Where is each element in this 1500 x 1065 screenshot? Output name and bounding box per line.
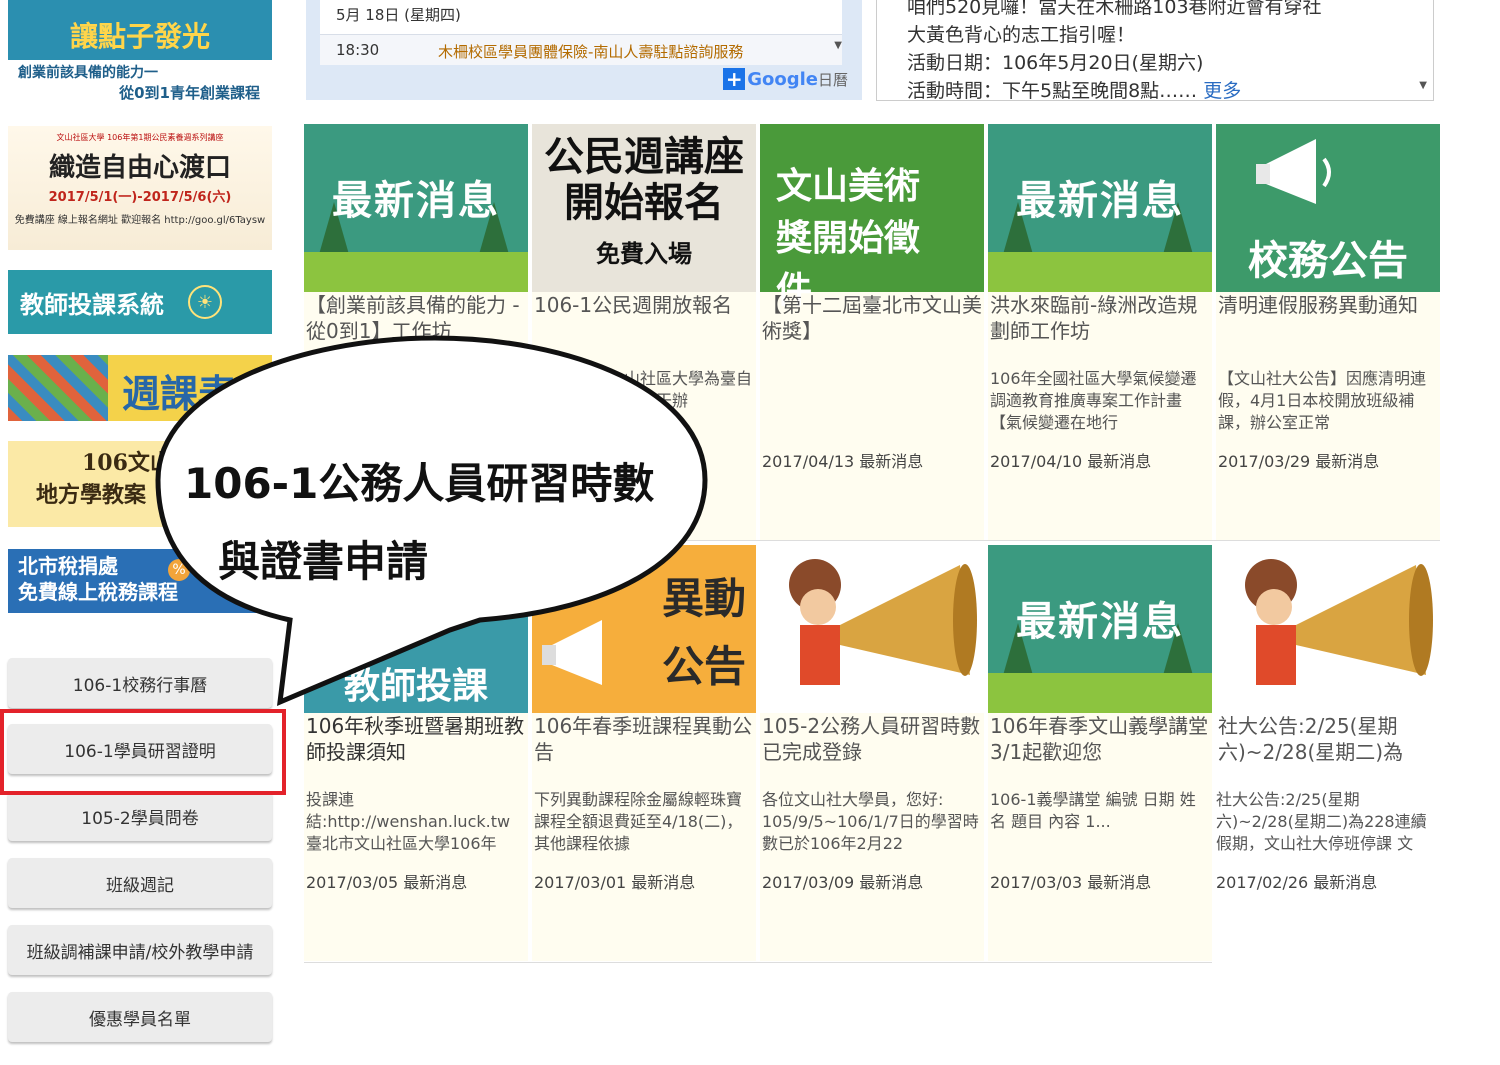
news-horn-icon <box>1245 559 1433 685</box>
banner-civic-note: 免費講座 線上報名網址 歡迎報名 http://goo.gl/6Taysw <box>14 215 266 226</box>
google-label: Google <box>747 68 818 90</box>
card-meta: 2017/03/09 最新消息 <box>762 873 924 892</box>
card-meta: 2017/02/26 最新消息 <box>1216 873 1378 892</box>
card-desc: 下列異動課程除金屬線輕珠寶課程全額退費延至4/18(二)，其他課程依據 <box>534 790 743 853</box>
menu-survey[interactable]: 105-2學員問卷 <box>8 791 272 841</box>
calendar-list: 5月 18日 (星期四) 18:30 木柵校區學員團體保險-南山人壽駐點諮詢服務… <box>320 0 842 65</box>
lightbulb-icon: ☀ <box>188 285 222 319</box>
grass-shape <box>304 252 528 292</box>
grass-shape <box>988 252 1212 292</box>
banner-civic-title: 織造自由心渡口 <box>48 153 231 183</box>
menu-makeup-class[interactable]: 班級調補課申請/校外教學申請 <box>8 925 272 975</box>
news-card[interactable]: 最新消息 106年春季文山義學講堂 3/1起歡迎您 106-1義學講堂 編號 日… <box>988 545 1212 961</box>
banner-startup-sub1: 創業前該具備的能力一 <box>18 65 158 81</box>
banner-civic-lecture[interactable]: 文山社區大學 106年第1期公民素養週系列講座 織造自由心渡口 2017/5/1… <box>8 126 272 250</box>
scroll-down-icon[interactable]: ▼ <box>834 40 842 51</box>
announcement-line3: 活動日期：106年5月20日(星期六) <box>907 52 1204 74</box>
speech-bubble <box>155 335 708 706</box>
card-image-text: 最新消息 <box>1016 598 1184 645</box>
plus-icon: + <box>723 67 746 91</box>
menu-discount-list[interactable]: 優惠學員名單 <box>8 992 272 1042</box>
schedule-art-image <box>8 355 108 421</box>
card-meta: 2017/03/01 最新消息 <box>534 873 696 892</box>
card-title[interactable]: 106年春季班課程異動公告 <box>534 713 754 765</box>
card-desc: 各位文山社大學員，您好: 105/9/5~106/1/7日的學習時數已於106年… <box>762 790 979 853</box>
card-image-text: 校務公告 <box>1248 237 1408 284</box>
bubble-text-line2: 與證書申請 <box>218 537 429 586</box>
announcement-line4: 活動時間：下午5點至晚間8點…… 更多 <box>907 76 1241 101</box>
banner-teacher-system[interactable]: 教師投課系統 ☀ <box>8 270 272 334</box>
card-image: 校務公告 <box>1216 124 1440 292</box>
card-image: 最新消息 <box>304 124 528 292</box>
card-desc: 投課連結:http://wenshan.luck.tw 臺北市文山社區大學106… <box>306 790 511 853</box>
card-meta: 2017/03/29 最新消息 <box>1218 452 1380 471</box>
news-card[interactable]: 最新消息 洪水來臨前-綠洲改造規劃師工作坊 106年全國社區大學氣候變遷調適教育… <box>988 124 1212 540</box>
announcement-line2: 大黃色背心的志工指引喔！ <box>907 24 1136 46</box>
news-card[interactable]: 社大公告:2/25(星期六)~2/28(星期二)為 <box>1216 545 1440 775</box>
calendar-event-row[interactable]: 18:30 木柵校區學員團體保險-南山人壽駐點諮詢服務 <box>320 34 842 65</box>
news-card[interactable]: 105-2公務人員研習時數已完成登錄 各位文山社大學員，您好: 105/9/5~… <box>760 545 984 961</box>
news-card[interactable]: 文山美術獎開始徵件 【第十二屆臺北市文山美術獎】 2017/04/13 最新消息 <box>760 124 984 540</box>
announcement-line4-text: 活動時間：下午5點至晚間8點…… <box>907 80 1198 101</box>
card-image: 文山美術獎開始徵件 <box>760 124 984 311</box>
banner-startup[interactable]: 讓點子發光 創業前該具備的能力一 從0到1青年創業課程 <box>8 0 272 108</box>
google-calendar-button[interactable]: + Google 日曆 <box>723 67 848 91</box>
calendar-date: 5月 18日 (星期四) <box>336 6 461 24</box>
highlight-box <box>0 709 286 795</box>
card-desc: 【文山社大公告】因應清明連假，4月1日本校開放班級補課，辦公室正常 <box>1218 369 1427 432</box>
card-meta: 2017/03/03 最新消息 <box>990 873 1152 892</box>
card-meta: 2017/03/05 最新消息 <box>306 873 468 892</box>
card-desc <box>762 368 982 434</box>
card-desc: 106-1義學講堂 編號 日期 姓名 題目 內容 1... <box>990 790 1196 831</box>
more-link[interactable]: 更多 <box>1203 80 1241 100</box>
card-title[interactable]: 洪水來臨前-綠洲改造規劃師工作坊 <box>990 292 1210 344</box>
card-image: 最新消息 <box>988 545 1212 713</box>
calendar-label: 日曆 <box>817 70 848 89</box>
card-image-small: 免費入場 <box>596 240 692 268</box>
card-title[interactable]: 105-2公務人員研習時數已完成登錄 <box>762 713 982 765</box>
banner-civic-small: 文山社區大學 106年第1期公民素養週系列講座 <box>56 133 224 142</box>
megaphone-icon <box>1256 139 1331 204</box>
card-title[interactable]: 106年春季文山義學講堂 3/1起歡迎您 <box>990 713 1210 765</box>
card-image <box>1216 545 1440 713</box>
bubble-text-line1: 106-1公務人員研習時數 <box>184 459 655 508</box>
scroll-down-icon[interactable]: ▼ <box>1419 80 1427 91</box>
card-image: 公民週講座開始報名 免費入場 <box>532 124 756 292</box>
news-horn-icon <box>789 559 977 685</box>
announcement-box: 咱們520見囉！當天在木柵路103巷附近會有穿社 大黃色背心的志工指引喔！ 活動… <box>876 0 1434 101</box>
card-title[interactable]: 清明連假服務異動通知 <box>1218 292 1438 344</box>
banner-startup-title: 讓點子發光 <box>8 0 272 60</box>
banner-teacher-title: 教師投課系統 <box>20 289 164 319</box>
announcement-line1: 咱們520見囉！當天在木柵路103巷附近會有穿社 <box>907 0 1322 18</box>
card-meta: 2017/04/13 最新消息 <box>762 452 924 471</box>
calendar-widget: 5月 18日 (星期四) 18:30 木柵校區學員團體保險-南山人壽駐點諮詢服務… <box>306 0 862 100</box>
calendar-event-time: 18:30 <box>336 41 380 59</box>
card-image: 最新消息 <box>988 124 1212 292</box>
menu-class-journal[interactable]: 班級週記 <box>8 858 272 908</box>
card-title[interactable]: 106年秋季班暨暑期班教師投課須知 <box>306 713 526 765</box>
card-title[interactable]: 社大公告:2/25(星期六)~2/28(星期二)為 <box>1218 713 1438 765</box>
card-desc: 106年全國社區大學氣候變遷調適教育推廣專案工作計畫【氣候變遷在地行 <box>990 369 1197 432</box>
banner-startup-sub2: 從0到1青年創業課程 <box>119 84 260 102</box>
row-divider <box>304 962 1212 963</box>
card-image-text: 公民週講座開始報名 <box>544 133 744 226</box>
card-desc: 社大公告:2/25(星期六)~2/28(星期二)為228連續假期，文山社大停班停… <box>1216 790 1427 853</box>
calendar-event-title[interactable]: 木柵校區學員團體保險-南山人壽駐點諮詢服務 <box>438 41 743 62</box>
card-meta: 2017/04/10 最新消息 <box>990 452 1152 471</box>
card-image <box>760 545 984 713</box>
grass-shape <box>988 673 1212 713</box>
card-image-text: 最新消息 <box>1016 177 1184 224</box>
banner-civic-dates: 2017/5/1(一)-2017/5/6(六) <box>48 190 232 205</box>
card-image-text: 最新消息 <box>332 177 500 224</box>
card-title[interactable]: 【第十二屆臺北市文山美術獎】 <box>762 292 982 344</box>
news-card[interactable]: 校務公告 清明連假服務異動通知 【文山社大公告】因應清明連假，4月1日本校開放班… <box>1216 124 1440 540</box>
